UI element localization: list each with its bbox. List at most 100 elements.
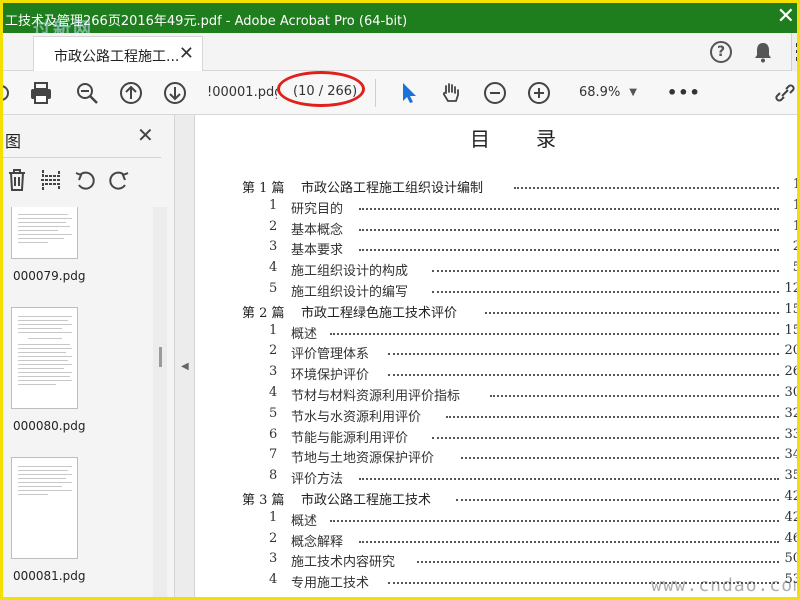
zoom-in-icon[interactable] [527,81,551,105]
toc-chapter-row[interactable]: 2 评价管理体系 20 [195,343,797,363]
toc-chapter-row[interactable]: 2 基本概念 1 [195,219,797,239]
previous-page-icon[interactable] [119,81,143,105]
page-thumbnail[interactable] [11,207,78,259]
toolbar: !00001.pdg (10 / 266) 68.9% ▼ ••• [0,71,797,115]
print-icon[interactable] [29,81,53,105]
toc-leader-dots [485,311,779,314]
window-close-icon[interactable]: ✕ [777,4,795,29]
toc-chapter-row[interactable]: 3 施工技术内容研究 50 [195,551,797,571]
tab-bar: 市政公路工程施工... ✕ ? [3,33,797,71]
toc-number: 3 [269,239,278,255]
document-view[interactable]: 目录 第 1 篇市政公路工程施工组织设计编制11研究目的12基本概念13基本要求… [195,115,800,597]
zoom-out-icon[interactable] [483,81,507,105]
toc-leader-dots [431,291,779,293]
toc-leader-dots [388,353,779,356]
toc-title: 概念解释 [291,534,344,550]
zoom-level-select[interactable]: 68.9% ▼ [571,80,643,106]
notification-bell-icon[interactable] [753,41,773,63]
toc-number: 5 [269,405,278,421]
page-thumbnail[interactable] [11,457,78,559]
chevron-down-icon: ▼ [629,87,637,98]
hand-tool-icon[interactable] [439,81,463,105]
toc-title: 节能与能源利用评价 [291,430,409,446]
toc-part-row[interactable]: 第 1 篇 市政公路工程施工组织设计编制 1 [195,177,797,197]
toc-chapter-row[interactable]: 1 研究目的 1 [195,197,797,218]
toc-title: 概述 [291,326,318,342]
toc-page-number: 2 [779,239,797,254]
toc-page-number: 42 [784,489,800,504]
rotate-left-icon[interactable] [73,167,97,193]
toc-number: 第 1 篇 [242,181,285,196]
toc-chapter-row[interactable]: 2 概念解释 46 [195,531,797,551]
rotate-right-icon[interactable] [107,167,131,193]
page-number-input[interactable]: !00001.pdg [207,80,277,106]
toc-title: 节水与水资源利用评价 [291,409,422,425]
thumbnail-scrollbar[interactable] [153,207,167,597]
right-panel-toggle[interactable] [791,33,797,71]
toc-chapter-row[interactable]: 5 节水与水资源利用评价 32 [195,405,800,426]
zoom-out-search-icon[interactable] [75,81,99,105]
toc-page-number: 5 [779,260,797,275]
panel-close-icon[interactable]: ✕ [137,123,154,147]
toc-page-number: 1 [779,198,797,213]
toc-leader-dots [388,374,779,377]
select-cursor-icon[interactable] [397,81,421,105]
more-tools-icon[interactable]: ••• [667,83,701,102]
toc-number: 第 3 篇 [242,493,285,508]
trash-icon[interactable] [5,167,29,193]
thumbnail-label: 000081.pdg [13,569,86,583]
vertical-ellipsis-icon [796,43,797,61]
toc-title: 市政工程绿色施工技术评价 [301,305,458,321]
toc-page-number: 35 [784,468,800,484]
toc-page-number: 1 [779,219,797,234]
toc-number: 3 [269,551,278,567]
toc-leader-dots [431,436,779,439]
toc-chapter-row[interactable]: 6 节能与能源利用评价 33 [195,426,800,447]
toc-leader-dots [431,270,779,273]
toc-chapter-row[interactable]: 1 概述 15 [195,322,800,343]
toc-chapter-row[interactable]: 3 环境保护评价 26 [195,364,800,384]
toc-number: 1 [269,197,278,213]
panel-title: 图 [5,132,22,151]
toc-chapter-row[interactable]: 1 概述 42 [195,510,797,530]
toc-leader-dots [514,187,779,189]
help-icon[interactable]: ? [710,41,732,63]
toc-chapter-row[interactable]: 4 施工组织设计的构成 5 [195,260,797,280]
extract-pages-icon[interactable] [39,167,63,193]
document-page: 目录 第 1 篇市政公路工程施工组织设计编制11研究目的12基本概念13基本要求… [195,115,800,597]
toc-leader-dots [359,207,779,210]
toc-chapter-row[interactable]: 8 评价方法 35 [195,468,800,488]
panel-resize-handle[interactable] [159,347,162,367]
toc-number: 3 [269,364,278,380]
toc-title: 基本要求 [291,243,344,259]
toc-part-row[interactable]: 第 2 篇市政工程绿色施工技术评价 15 [195,302,797,322]
toc-chapter-row[interactable]: 4 节材与材料资源利用评价指标 30 [195,385,800,405]
next-page-icon[interactable] [163,81,187,105]
zoom-level-value: 68.9% [579,85,621,100]
document-tab[interactable]: 市政公路工程施工... ✕ [33,36,203,71]
toc-title: 基本概念 [291,222,344,238]
toc-title: 评价管理体系 [291,347,370,363]
toc-title: 节材与材料资源利用评价指标 [291,389,461,404]
toc-page-number: 33 [784,426,800,442]
share-link-icon[interactable] [773,81,797,105]
toc-chapter-row[interactable]: 5 施工组织设计的编写 12 [195,281,797,301]
toc-page-number: 15 [784,322,800,338]
toc-page-number: 30 [784,385,800,400]
toc-page-number: 32 [784,405,800,421]
thumbnails-panel: 图 ✕ 000079.pdg 000080.pdg 000081.pdg [3,115,175,597]
toc-title: 市政公路工程施工组织设计编制 [301,181,484,196]
tab-close-icon[interactable]: ✕ [179,43,194,64]
toolbar-divider [375,79,376,107]
partial-tool-icon[interactable] [0,81,13,105]
toc-number: 8 [269,468,278,484]
thumbnail-label: 000080.pdg [13,419,86,433]
toc-chapter-row[interactable]: 3 基本要求 2 [195,239,797,259]
toc-leader-dots [359,478,779,481]
toc-chapter-row[interactable]: 7 节地与土地资源保护评价 34 [195,447,797,467]
highlight-annotation-oval [277,71,365,107]
panel-collapse-strip[interactable]: ◀ [175,115,195,597]
page-thumbnail[interactable] [11,307,78,409]
toc-page-number: 26 [784,364,800,380]
toc-part-row[interactable]: 第 3 篇 市政公路工程施工技术 42 [195,489,800,509]
